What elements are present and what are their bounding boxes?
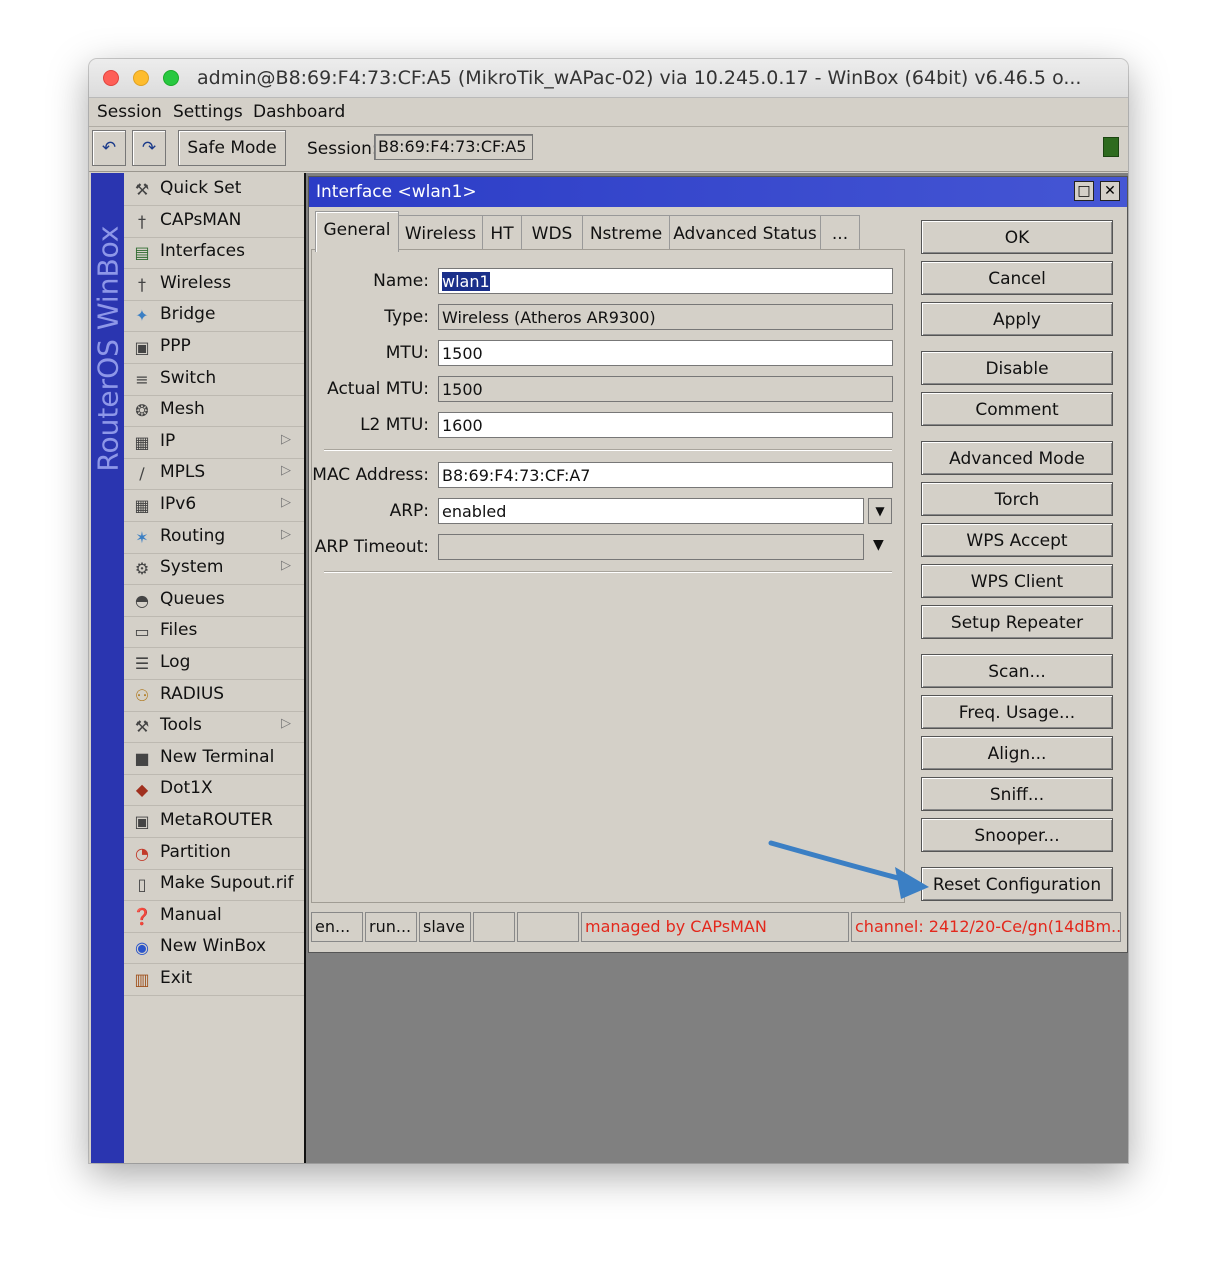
winbox-window: admin@B8:69:F4:73:CF:A5 (MikroTik_wAPac-… bbox=[89, 59, 1128, 1163]
tab-general[interactable]: General bbox=[315, 211, 399, 252]
annotation-arrow bbox=[768, 840, 929, 899]
